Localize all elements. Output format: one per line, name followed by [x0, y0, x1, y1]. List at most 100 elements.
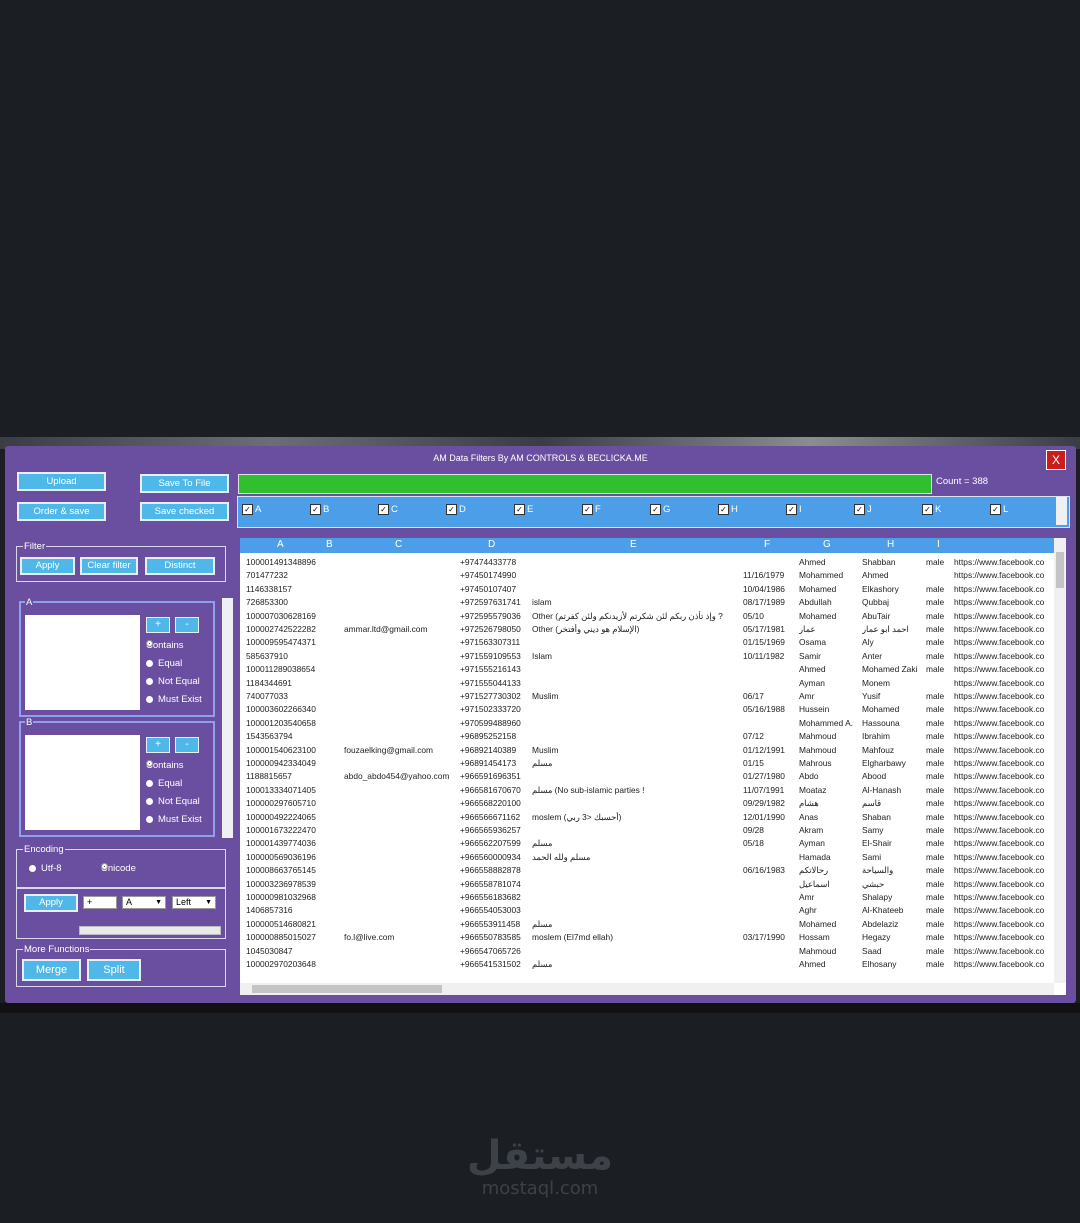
table-cell[interactable]: abdo_abdo454@yahoo.com [344, 771, 458, 781]
table-cell[interactable]: Aghr [799, 905, 861, 915]
table-cell[interactable]: https://www.facebook.co [954, 664, 1054, 674]
table-cell[interactable]: 11/16/1979 [743, 570, 798, 580]
table-row[interactable]: 100011289038654 +971555216143 Ahmed Mohamed… [240, 663, 1054, 676]
table-cell[interactable]: +97450107407 [460, 584, 530, 594]
group-a-plus-button[interactable]: + [146, 617, 170, 633]
table-cell[interactable]: https://www.facebook.co [954, 905, 1054, 915]
table-cell[interactable]: https://www.facebook.co [954, 825, 1054, 835]
table-cell[interactable]: male [926, 664, 950, 674]
table-cell[interactable]: male [926, 959, 950, 969]
table-cell[interactable]: +971555044133 [460, 678, 530, 688]
column-select[interactable]: A ▼ [122, 896, 166, 909]
table-cell[interactable]: Abdelaziz [862, 919, 926, 929]
table-cell[interactable]: Osama [799, 637, 861, 647]
table-cell[interactable]: 1146338157 [246, 584, 318, 594]
table-cell[interactable]: male [926, 892, 950, 902]
table-cell[interactable]: 100000514680821 [246, 919, 318, 929]
table-cell[interactable]: Mohamed [799, 584, 861, 594]
table-cell[interactable]: male [926, 718, 950, 728]
table-cell[interactable]: عمار [799, 624, 861, 634]
table-cell[interactable]: +972597631741 [460, 597, 530, 607]
table-cell[interactable]: 07/12 [743, 731, 798, 741]
table-row[interactable]: 740077033 +971527730302 Muslim 06/17 Amr Yusi… [240, 690, 1054, 703]
column-check-i[interactable]: ✓ I [786, 504, 802, 515]
table-cell[interactable]: 06/17 [743, 691, 798, 701]
table-cell[interactable]: +966565936257 [460, 825, 530, 835]
table-cell[interactable]: +966581670670 [460, 785, 530, 795]
table-cell[interactable]: 10/11/1982 [743, 651, 798, 661]
table-cell[interactable]: 100008663765145 [246, 865, 318, 875]
table-cell[interactable]: 100002970203648 [246, 959, 318, 969]
table-cell[interactable]: Mahfouz [862, 745, 926, 755]
save-checked-button[interactable]: Save checked [140, 502, 229, 521]
filter-apply-button[interactable]: Apply [20, 557, 75, 575]
table-row[interactable]: 100000981032968 +966556183682 Amr Shalapy ma… [240, 891, 1054, 904]
table-cell[interactable]: Samir [799, 651, 861, 661]
table-cell[interactable]: 05/17/1981 [743, 624, 798, 634]
group-a-must-exist[interactable]: Must Exist [146, 694, 202, 705]
table-cell[interactable]: 03/17/1990 [743, 932, 798, 942]
table-cell[interactable]: male [926, 798, 950, 808]
table-cell[interactable]: 100013334071405 [246, 785, 318, 795]
table-cell[interactable]: احمد ابو عمار [862, 624, 926, 634]
table-cell[interactable]: +972595579036 [460, 611, 530, 621]
table-cell[interactable]: +971559109553 [460, 651, 530, 661]
table-cell[interactable]: https://www.facebook.co [954, 624, 1054, 634]
table-cell[interactable]: 01/15/1969 [743, 637, 798, 647]
table-cell[interactable]: male [926, 905, 950, 915]
table-cell[interactable]: https://www.facebook.co [954, 745, 1054, 755]
table-cell[interactable]: male [926, 946, 950, 956]
table-cell[interactable]: Akram [799, 825, 861, 835]
table-row[interactable]: 100000492224065 +966566671162 moslem (أحسب… [240, 811, 1054, 824]
table-cell[interactable]: 100001540623100 [246, 745, 318, 755]
table-cell[interactable]: Saad [862, 946, 926, 956]
column-check-b[interactable]: ✓ B [310, 504, 329, 515]
grid-header-cell[interactable]: G [823, 539, 831, 550]
table-cell[interactable]: moslem (أحسبك <3 ربي) [532, 812, 742, 822]
table-cell[interactable]: مسلم ولله الحمد [532, 852, 742, 862]
group-b-not-equal[interactable]: Not Equal [146, 796, 200, 807]
table-cell[interactable]: Hossam [799, 932, 861, 942]
grid-header-cell[interactable]: A [277, 539, 284, 550]
table-cell[interactable]: +96891454173 [460, 758, 530, 768]
table-cell[interactable]: https://www.facebook.co [954, 852, 1054, 862]
table-cell[interactable]: +96892140389 [460, 745, 530, 755]
table-cell[interactable]: fo.l@live.com [344, 932, 458, 942]
table-cell[interactable]: https://www.facebook.co [954, 771, 1054, 781]
table-cell[interactable]: AbuTair [862, 611, 926, 621]
table-cell[interactable]: https://www.facebook.co [954, 798, 1054, 808]
table-cell[interactable]: https://www.facebook.co [954, 637, 1054, 647]
table-cell[interactable]: 1543563794 [246, 731, 318, 741]
table-cell[interactable]: Mohamed [862, 704, 926, 714]
grid-vertical-thumb[interactable] [1056, 552, 1064, 588]
table-cell[interactable]: Elhosany [862, 959, 926, 969]
table-row[interactable]: 100000297605710 +966568220100 09/29/1982 هش… [240, 797, 1054, 810]
table-cell[interactable]: مسلم [532, 838, 742, 848]
table-cell[interactable]: 701477232 [246, 570, 318, 580]
table-cell[interactable]: https://www.facebook.co [954, 557, 1054, 567]
grid-horizontal-thumb[interactable] [252, 985, 442, 993]
table-cell[interactable]: 05/16/1988 [743, 704, 798, 714]
table-cell[interactable]: https://www.facebook.co [954, 838, 1054, 848]
table-cell[interactable]: +966550783585 [460, 932, 530, 942]
table-cell[interactable]: قاسم [862, 798, 926, 808]
group-b-plus-button[interactable]: + [146, 737, 170, 753]
table-cell[interactable]: Shaban [862, 812, 926, 822]
grid-horizontal-scrollbar[interactable] [240, 983, 1054, 995]
table-cell[interactable]: حبشي [862, 879, 926, 889]
table-cell[interactable]: Mahmoud [799, 745, 861, 755]
table-cell[interactable]: Abdullah [799, 597, 861, 607]
table-row[interactable]: 100000885015027 fo.l@live.com +96655078358… [240, 931, 1054, 944]
table-row[interactable]: 100003236978539 +966558781074 اسماعيل حبشي m… [240, 878, 1054, 891]
table-cell[interactable]: male [926, 704, 950, 714]
table-cell[interactable]: male [926, 771, 950, 781]
table-cell[interactable]: male [926, 879, 950, 889]
table-cell[interactable]: 1184344691 [246, 678, 318, 688]
table-cell[interactable]: Mohammed A. [799, 718, 861, 728]
grid-header-cell[interactable]: D [488, 539, 495, 550]
table-cell[interactable]: Ahmed [799, 664, 861, 674]
table-row[interactable]: 100001491348896 +97474433778 Ahmed Shabban m… [240, 556, 1054, 569]
table-row[interactable]: 701477232 +97450174990 11/16/1979 Mohammed A… [240, 569, 1054, 582]
distinct-button[interactable]: Distinct [145, 557, 215, 575]
filters-scrollbar[interactable] [222, 598, 233, 838]
